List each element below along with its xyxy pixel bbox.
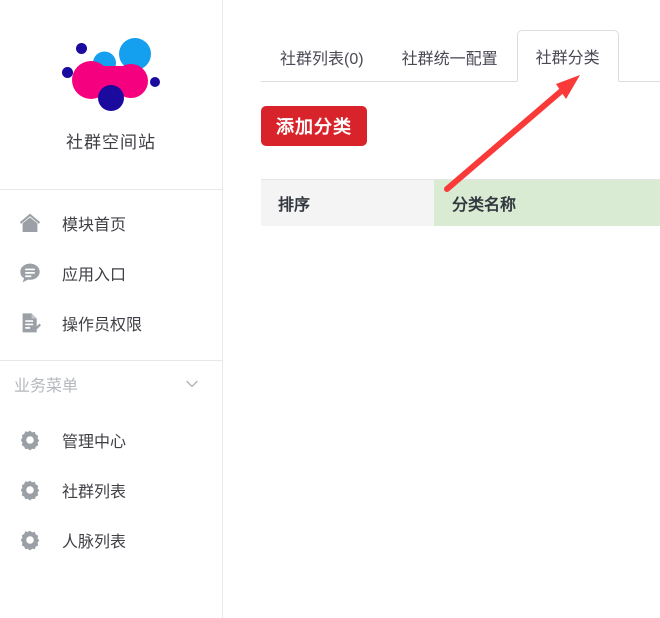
gear-icon	[17, 527, 43, 553]
document-edit-icon	[17, 310, 43, 336]
tab-community-list[interactable]: 社群列表(0)	[261, 30, 383, 82]
sidebar-item-contacts-list[interactable]: 人脉列表	[0, 515, 222, 565]
sidebar-item-label: 操作员权限	[62, 317, 143, 334]
add-category-button[interactable]: 添加分类	[261, 106, 367, 146]
sidebar-section-title: 业务菜单	[14, 378, 79, 395]
brand-name: 社群空间站	[66, 133, 156, 152]
sidebar-item-community-list[interactable]: 社群列表	[0, 465, 222, 515]
sidebar-item-app-entry[interactable]: 应用入口	[0, 248, 222, 298]
main-content: 社群列表(0) 社群统一配置 社群分类 添加分类 排序 分类名称	[223, 0, 660, 618]
sidebar-item-label: 应用入口	[62, 267, 127, 284]
column-header-label: 排序	[278, 197, 311, 214]
sidebar-item-operator-permission[interactable]: 操作员权限	[0, 298, 222, 348]
tab-community-config[interactable]: 社群统一配置	[383, 30, 517, 82]
column-header-sort: 排序	[261, 180, 434, 226]
tab-label: 社群分类	[535, 50, 600, 67]
chat-bubble-icon	[17, 260, 43, 286]
sidebar-item-label: 人脉列表	[62, 534, 127, 551]
sidebar-item-management-center[interactable]: 管理中心	[0, 415, 222, 465]
chevron-down-icon[interactable]	[184, 376, 200, 392]
tab-community-category[interactable]: 社群分类	[516, 30, 619, 82]
column-header-label: 分类名称	[452, 197, 517, 214]
sidebar-item-label: 模块首页	[62, 217, 127, 234]
gear-icon	[17, 477, 43, 503]
sidebar-item-module-home[interactable]: 模块首页	[0, 198, 222, 248]
tab-label: 社群列表(0)	[280, 50, 364, 68]
column-header-category-name: 分类名称	[434, 180, 660, 226]
home-icon	[17, 210, 43, 236]
tab-bar: 社群列表(0) 社群统一配置 社群分类	[261, 30, 660, 82]
app-root: 社群空间站 模块首页 应用入口 操作员权限 业务菜单 管理中心 社群列表 人脉列…	[0, 0, 660, 618]
community-logo-icon	[51, 26, 171, 114]
sidebar-item-label: 管理中心	[62, 434, 127, 451]
brand-header: 社群空间站	[0, 0, 222, 190]
gear-icon	[17, 427, 43, 453]
sidebar-section-business-menu[interactable]: 业务菜单	[0, 361, 222, 407]
tab-label: 社群统一配置	[401, 50, 498, 68]
sidebar: 社群空间站 模块首页 应用入口 操作员权限 业务菜单 管理中心 社群列表 人脉列…	[0, 0, 223, 618]
primary-nav-group: 模块首页 应用入口 操作员权限	[0, 190, 222, 361]
business-nav-group: 管理中心 社群列表 人脉列表	[0, 407, 222, 571]
category-table-header: 排序 分类名称	[261, 179, 660, 226]
sidebar-item-label: 社群列表	[62, 484, 127, 501]
